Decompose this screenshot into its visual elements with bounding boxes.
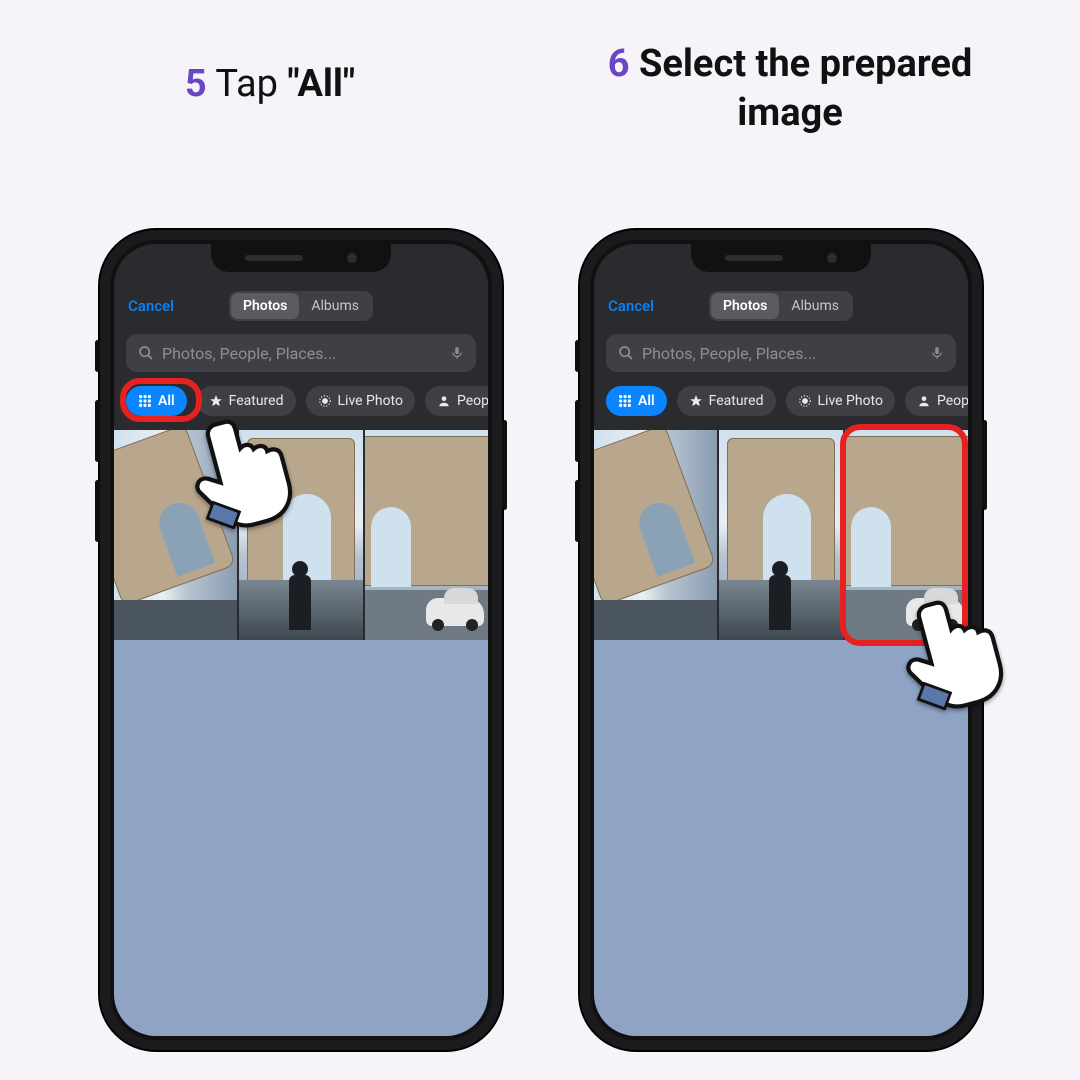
phone-side-button xyxy=(575,480,580,542)
filter-chip-row: All Featured Live Photo People xyxy=(606,384,968,418)
chip-people-label: People xyxy=(457,393,488,409)
chip-all-label: All xyxy=(638,393,655,409)
step-5-bold: All xyxy=(297,62,343,106)
search-placeholder: Photos, People, Places... xyxy=(162,344,336,363)
chip-all[interactable]: All xyxy=(126,386,187,416)
photo-thumbnail[interactable] xyxy=(594,430,717,640)
cancel-button[interactable]: Cancel xyxy=(128,297,174,315)
person-icon xyxy=(437,394,451,408)
phone-side-button xyxy=(95,400,100,462)
search-input[interactable]: Photos, People, Places... xyxy=(606,334,956,372)
live-photo-icon xyxy=(318,394,332,408)
speaker-slot xyxy=(245,255,303,261)
chip-people[interactable]: People xyxy=(425,386,488,416)
chip-featured-label: Featured xyxy=(709,393,764,409)
segment-albums[interactable]: Albums xyxy=(299,293,371,319)
front-camera xyxy=(347,253,357,263)
step-5-quote-open: " xyxy=(287,62,297,106)
chip-live-photo[interactable]: Live Photo xyxy=(786,386,896,416)
phone-screen: Cancel Photos Albums Photos, People, Pla… xyxy=(114,244,488,1036)
search-placeholder: Photos, People, Places... xyxy=(642,344,816,363)
step-6-caption: 6 Select the prepared image xyxy=(580,40,1000,139)
front-camera xyxy=(827,253,837,263)
segment-albums[interactable]: Albums xyxy=(779,293,851,319)
picker-segment: Photos Albums xyxy=(229,291,373,321)
phone-side-button xyxy=(575,400,580,462)
step-5-pre: Tap xyxy=(207,62,288,106)
chip-people[interactable]: People xyxy=(905,386,968,416)
step-5-quote-close: " xyxy=(343,62,355,106)
chip-live-photo[interactable]: Live Photo xyxy=(306,386,416,416)
picker-topbar: Cancel Photos Albums xyxy=(594,286,968,326)
photo-thumbnail[interactable] xyxy=(719,430,842,640)
person-icon xyxy=(917,394,931,408)
chip-all-label: All xyxy=(158,393,175,409)
grid-icon xyxy=(618,394,632,408)
chip-live-label: Live Photo xyxy=(338,393,404,409)
photo-grid xyxy=(594,430,968,1036)
phone-side-button xyxy=(575,340,580,372)
step-5-caption: 5 Tap "All" xyxy=(120,60,420,109)
speaker-slot xyxy=(725,255,783,261)
pointer-hand-icon xyxy=(890,570,1030,710)
search-icon xyxy=(618,345,634,361)
live-photo-icon xyxy=(798,394,812,408)
chip-live-label: Live Photo xyxy=(818,393,884,409)
star-icon xyxy=(689,394,703,408)
pointer-hand-icon xyxy=(179,389,319,529)
segment-photos[interactable]: Photos xyxy=(711,293,779,319)
step-6-number: 6 xyxy=(608,42,630,86)
picker-segment: Photos Albums xyxy=(709,291,853,321)
step-5-number: 5 xyxy=(185,62,207,106)
phone-notch xyxy=(211,244,391,272)
cancel-button[interactable]: Cancel xyxy=(608,297,654,315)
search-input[interactable]: Photos, People, Places... xyxy=(126,334,476,372)
phone-mockup-step6: Cancel Photos Albums Photos, People, Pla… xyxy=(580,230,982,1050)
segment-photos[interactable]: Photos xyxy=(231,293,299,319)
step-6-text: Select the prepared image xyxy=(630,42,973,135)
chip-featured[interactable]: Featured xyxy=(677,386,776,416)
grid-icon xyxy=(138,394,152,408)
phone-side-button xyxy=(95,340,100,372)
photo-grid-placeholder xyxy=(114,640,488,1036)
photo-thumbnail[interactable] xyxy=(365,430,488,640)
mic-icon[interactable] xyxy=(930,344,944,362)
phone-notch xyxy=(691,244,871,272)
phone-side-button xyxy=(502,420,507,510)
search-icon xyxy=(138,345,154,361)
phone-mockup-step5: Cancel Photos Albums Photos, People, Pla… xyxy=(100,230,502,1050)
phone-side-button xyxy=(982,420,987,510)
phone-side-button xyxy=(95,480,100,542)
chip-people-label: People xyxy=(937,393,968,409)
picker-topbar: Cancel Photos Albums xyxy=(114,286,488,326)
mic-icon[interactable] xyxy=(450,344,464,362)
chip-all[interactable]: All xyxy=(606,386,667,416)
